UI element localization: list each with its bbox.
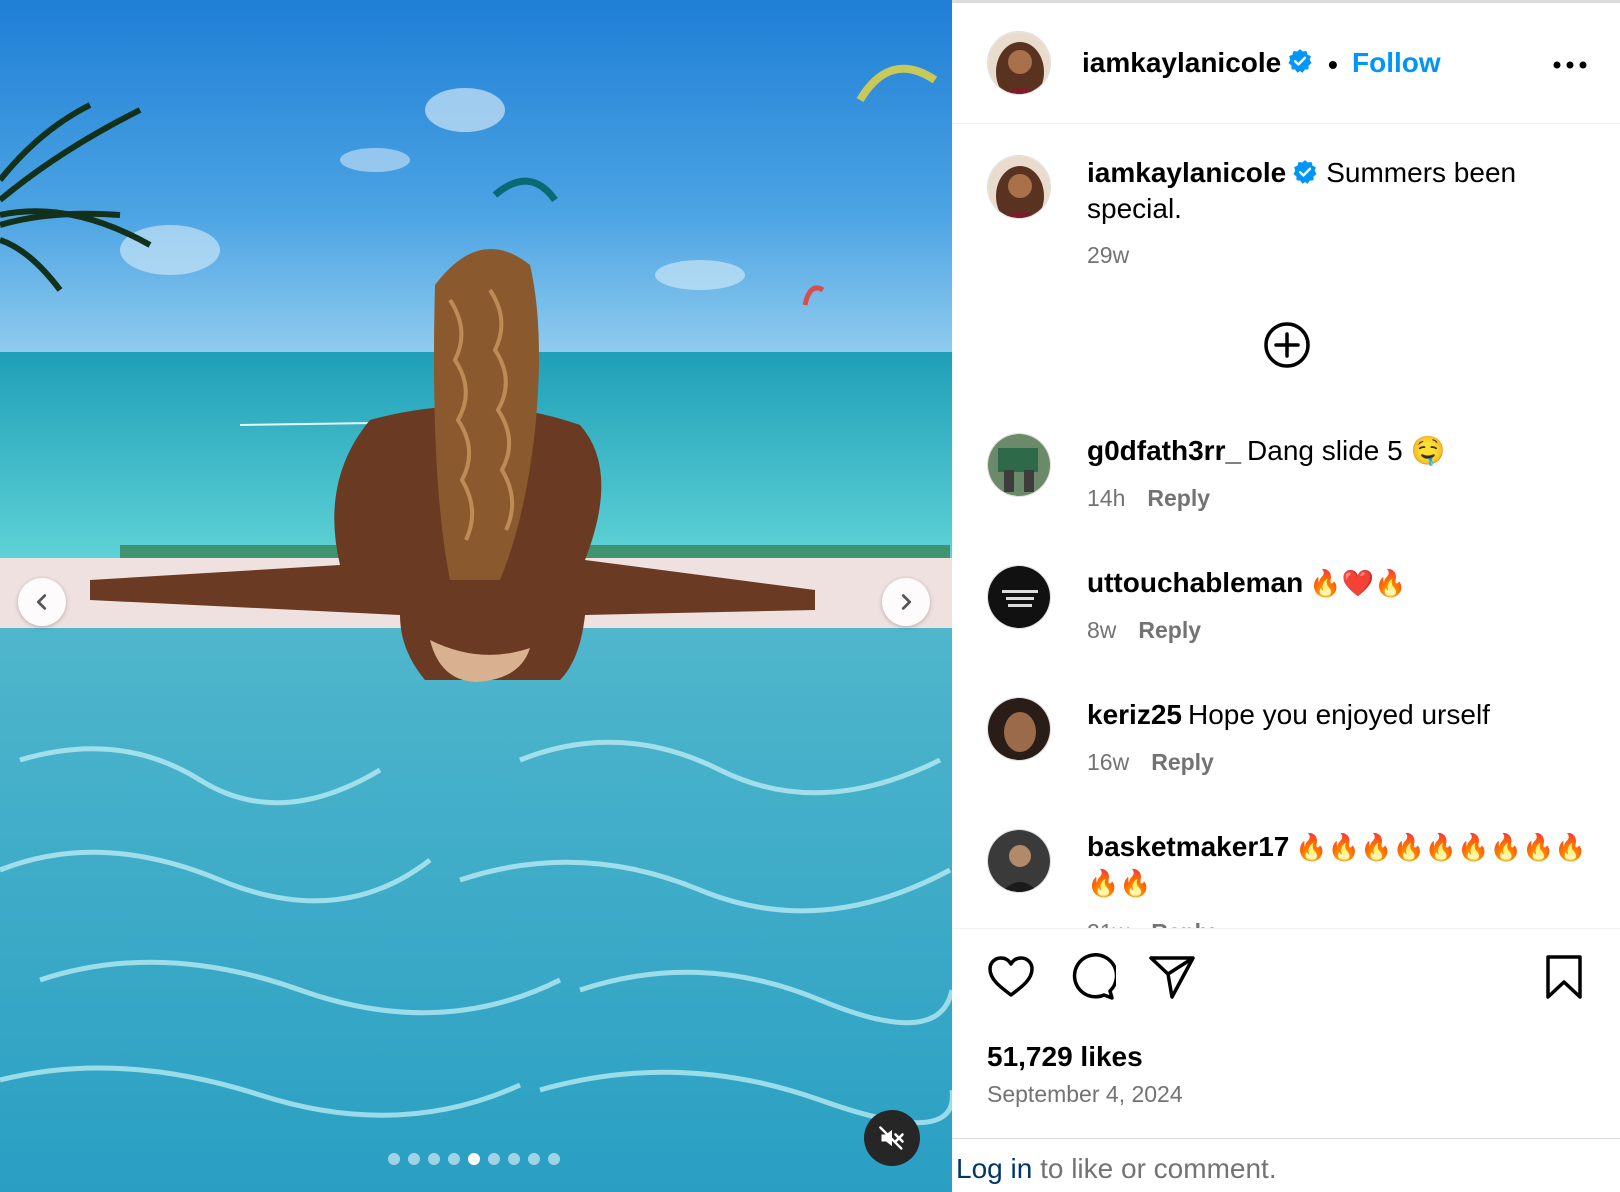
carousel-dot xyxy=(448,1153,460,1165)
more-options-icon xyxy=(1553,61,1587,69)
caption-timestamp: 29w xyxy=(1087,242,1130,268)
post-side-panel: iamkaylanicole • Follow iamkaylanicole Su… xyxy=(952,0,1620,1192)
comment-meta: 21w Reply xyxy=(1087,919,1214,928)
post-date: September 4, 2024 xyxy=(987,1081,1183,1107)
caption-username[interactable]: iamkaylanicole xyxy=(1087,157,1286,188)
comment-text: uttouchableman 🔥❤️🔥 xyxy=(1087,565,1587,601)
commenter-avatar[interactable] xyxy=(987,433,1051,497)
commenter-avatar[interactable] xyxy=(987,697,1051,761)
reply-button[interactable]: Reply xyxy=(1147,485,1210,511)
paper-plane-icon xyxy=(1149,956,1195,999)
post-actions: 51,729 likes September 4, 2024 xyxy=(952,928,1620,1138)
author-avatar[interactable] xyxy=(987,31,1051,95)
carousel-dot xyxy=(488,1153,500,1165)
share-button[interactable] xyxy=(1146,951,1198,1003)
login-prompt-text: to like or comment. xyxy=(1032,1153,1277,1184)
comment-item: keriz25 Hope you enjoyed urself 16w Reply xyxy=(952,697,1620,807)
carousel-next-button[interactable] xyxy=(882,578,930,626)
post-header: iamkaylanicole • Follow xyxy=(952,3,1620,124)
login-prompt: Log in to like or comment. xyxy=(952,1138,1620,1192)
comment-bubble-icon xyxy=(1072,953,1116,1000)
heart-icon xyxy=(988,956,1034,997)
comment-item: basketmaker17🔥🔥🔥🔥🔥🔥🔥🔥🔥🔥🔥 21w Reply xyxy=(952,829,1620,928)
comment-item: g0dfath3rr_ Dang slide 5 🤤 14h Reply xyxy=(952,433,1620,543)
caption-author-avatar[interactable] xyxy=(987,155,1051,219)
comment-timestamp: 14h xyxy=(1087,485,1126,511)
load-more-comments-button[interactable] xyxy=(1262,320,1312,370)
separator-dot: • xyxy=(1328,49,1338,80)
mute-toggle-button[interactable] xyxy=(864,1110,920,1166)
reply-button[interactable]: Reply xyxy=(1138,617,1201,643)
comment-timestamp: 16w xyxy=(1087,749,1130,775)
save-button[interactable] xyxy=(1538,951,1590,1003)
post-photo xyxy=(0,0,952,1192)
author-username[interactable]: iamkaylanicole xyxy=(1082,47,1281,79)
comment-username[interactable]: basketmaker17 xyxy=(1087,831,1289,862)
like-button[interactable] xyxy=(985,951,1037,1003)
comment-body: 🔥❤️🔥 xyxy=(1309,568,1407,598)
comment-timestamp: 21w xyxy=(1087,919,1129,928)
carousel-dot xyxy=(408,1153,420,1165)
carousel-dot xyxy=(528,1153,540,1165)
commenter-avatar[interactable] xyxy=(987,829,1051,893)
speaker-muted-icon xyxy=(879,1126,904,1150)
comment-body: Dang slide 5 🤤 xyxy=(1247,435,1446,466)
carousel-dot xyxy=(468,1153,480,1165)
carousel-dot xyxy=(388,1153,400,1165)
comment-meta: 16w Reply xyxy=(1087,749,1214,776)
caption-text: iamkaylanicole Summers been special. xyxy=(1087,155,1587,227)
likes-count[interactable]: 51,729 likes xyxy=(987,1041,1143,1073)
comment-username[interactable]: uttouchableman xyxy=(1087,567,1303,598)
carousel-dot xyxy=(428,1153,440,1165)
verified-badge-icon xyxy=(1293,159,1317,184)
comment-meta: 8w Reply xyxy=(1087,617,1201,644)
comment-username[interactable]: g0dfath3rr_ xyxy=(1087,435,1241,466)
verified-badge-icon xyxy=(1288,49,1312,73)
more-options-button[interactable] xyxy=(1548,43,1592,87)
carousel-dot xyxy=(548,1153,560,1165)
login-link[interactable]: Log in xyxy=(956,1153,1032,1184)
comment-text: basketmaker17 🔥🔥🔥🔥🔥🔥🔥🔥🔥🔥🔥 xyxy=(1087,829,1587,901)
reply-button[interactable]: Reply xyxy=(1151,749,1214,775)
plus-circle-icon xyxy=(1264,322,1310,368)
bookmark-icon xyxy=(1546,955,1582,999)
comment-timestamp: 8w xyxy=(1087,617,1117,643)
comment-body: Hope you enjoyed urself xyxy=(1187,699,1490,730)
chevron-left-icon xyxy=(36,594,47,610)
comment-button[interactable] xyxy=(1066,951,1118,1003)
comment-meta: 14h Reply xyxy=(1087,485,1210,512)
commenter-avatar[interactable] xyxy=(987,565,1051,629)
carousel-dot xyxy=(508,1153,520,1165)
reply-button[interactable]: Reply xyxy=(1151,919,1214,928)
carousel-prev-button[interactable] xyxy=(18,578,66,626)
comment-text: g0dfath3rr_ Dang slide 5 🤤 xyxy=(1087,433,1587,469)
comment-username[interactable]: keriz25 xyxy=(1087,699,1182,730)
comment-text: keriz25 Hope you enjoyed urself xyxy=(1087,697,1587,733)
follow-button[interactable]: Follow xyxy=(1352,47,1441,79)
comment-item: uttouchableman 🔥❤️🔥 8w Reply xyxy=(952,565,1620,675)
chevron-right-icon xyxy=(901,594,912,610)
post-media[interactable] xyxy=(0,0,952,1192)
carousel-indicator xyxy=(388,1153,560,1165)
